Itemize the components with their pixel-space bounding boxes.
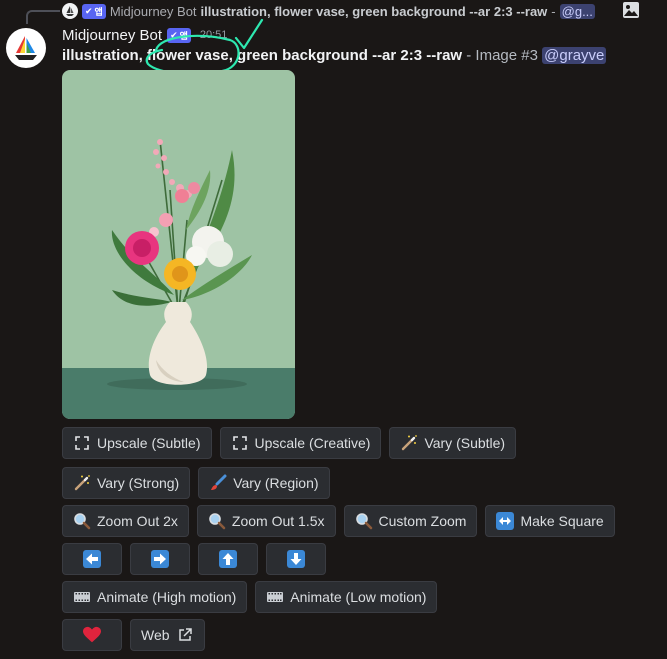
arrow-down-icon [287,550,305,568]
sailboat-icon [15,36,37,60]
make-square-button[interactable]: Make Square [485,505,615,537]
image-icon [623,2,639,18]
reply-separator: - [551,3,556,19]
button-row-pan [62,543,326,575]
arrow-left-icon [83,550,101,568]
reply-mention[interactable]: @g... [559,3,595,19]
check-icon: ✔ [85,5,93,16]
reply-connector [26,10,60,24]
image-label: - Image #3 [462,47,543,64]
button-row-vary: Vary (Strong) Vary (Region) [62,467,330,499]
vary-subtle-button[interactable]: Vary (Subtle) [389,427,517,459]
favorite-button[interactable] [62,619,122,651]
avatar[interactable] [6,28,46,68]
upscale-creative-button[interactable]: Upscale (Creative) [219,427,382,459]
author-name[interactable]: Midjourney Bot [62,27,162,44]
button-row-misc: Web [62,619,205,651]
magnifier-icon [208,512,226,530]
heart-icon [83,626,101,644]
prompt-text: illustration, flower vase, green backgro… [62,47,463,64]
expand-icon [231,434,249,452]
reply-avatar [62,3,78,19]
flower-vase-illustration [62,70,295,419]
check-icon: ✔ [170,29,178,40]
expand-icon [73,434,91,452]
reply-text: illustration, flower vase, green backgro… [200,3,548,19]
arrow-right-icon [151,550,169,568]
reply-reference[interactable]: ✔ 앱 Midjourney Bot illustration, flower … [62,2,652,20]
generated-image[interactable] [62,70,295,419]
button-row-upscale: Upscale (Subtle) Upscale (Creative) Vary… [62,427,517,459]
app-badge: ✔ 앱 [82,3,106,19]
left-right-arrow-icon [496,512,515,530]
message: ✔ 앱 Midjourney Bot illustration, flower … [0,0,667,659]
pan-right-button[interactable] [130,543,190,575]
magic-wand-icon [73,474,91,492]
magnifier-icon [355,512,373,530]
animate-high-motion-button[interactable]: Animate (High motion) [62,581,248,613]
user-mention[interactable]: @grayve [542,47,607,64]
timestamp: 20:51 [199,29,228,41]
film-icon [266,588,284,606]
pan-up-button[interactable] [198,543,258,575]
upscale-subtle-button[interactable]: Upscale (Subtle) [62,427,212,459]
app-badge: ✔ 앱 [167,27,191,43]
button-row-animate: Animate (High motion) Animate (Low motio… [62,581,438,613]
custom-zoom-button[interactable]: Custom Zoom [343,505,478,537]
paintbrush-icon [209,474,227,492]
vary-strong-button[interactable]: Vary (Strong) [62,467,191,499]
external-link-icon [176,626,194,644]
pan-left-button[interactable] [62,543,122,575]
web-link-button[interactable]: Web [130,619,205,651]
pan-down-button[interactable] [266,543,326,575]
arrow-up-icon [219,550,237,568]
message-header: Midjourney Bot ✔ 앱 20:51 [62,25,227,45]
magic-wand-icon [400,434,418,452]
button-row-zoom: Zoom Out 2x Zoom Out 1.5x Custom Zoom Ma… [62,505,615,537]
film-icon [73,588,91,606]
zoom-out-2x-button[interactable]: Zoom Out 2x [62,505,189,537]
animate-low-motion-button[interactable]: Animate (Low motion) [255,581,438,613]
reply-author[interactable]: Midjourney Bot [110,4,197,19]
zoom-out-1-5x-button[interactable]: Zoom Out 1.5x [196,505,336,537]
message-content: illustration, flower vase, green backgro… [62,46,662,66]
vary-region-button[interactable]: Vary (Region) [198,467,330,499]
magnifier-icon [73,512,91,530]
